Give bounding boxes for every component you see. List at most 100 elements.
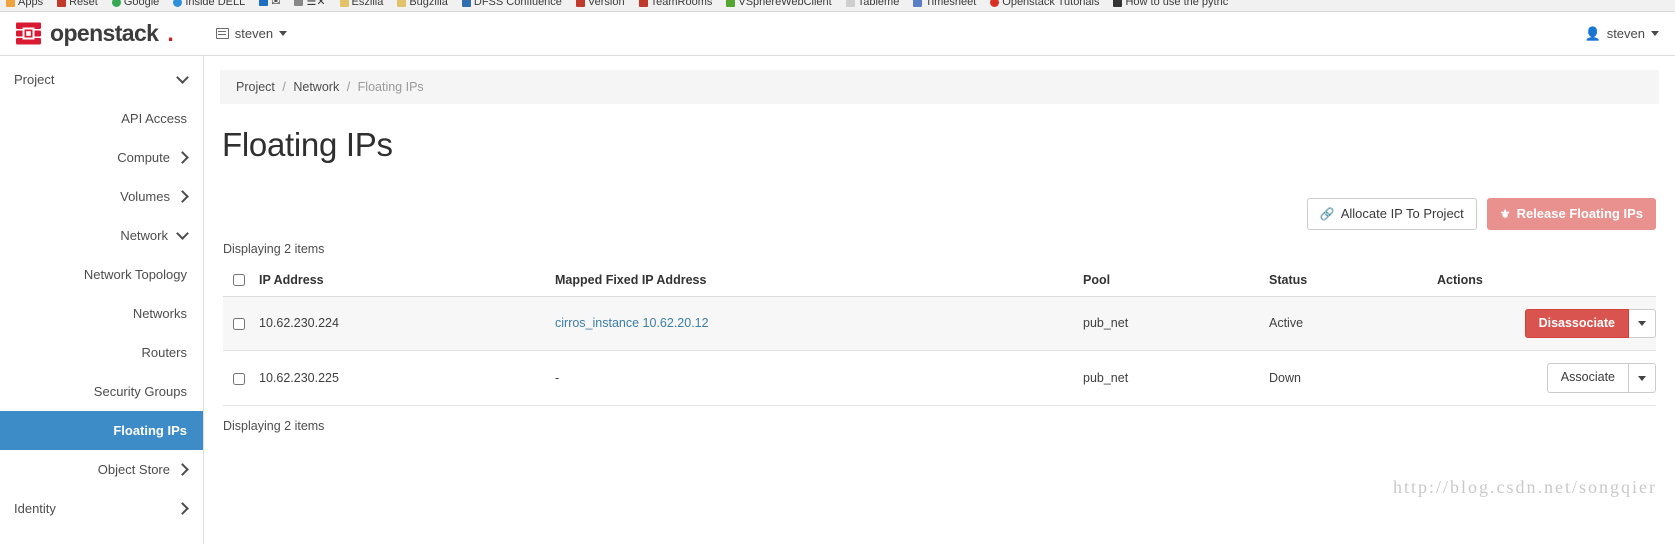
- sidebar-item-security-groups[interactable]: Security Groups: [0, 372, 203, 411]
- chevron-right-icon: [176, 151, 189, 164]
- bookmark-favicon-icon: [1113, 0, 1123, 7]
- bookmark-item[interactable]: Timesheet: [913, 0, 976, 8]
- allocate-ip-label: Allocate IP To Project: [1340, 206, 1464, 221]
- sidebar-item-label: Network Topology: [83, 267, 187, 282]
- floating-ips-table: IP Address Mapped Fixed IP Address Pool …: [223, 265, 1656, 406]
- user-icon: 👤: [1584, 25, 1601, 41]
- bookmark-item[interactable]: TeamRooms: [638, 0, 712, 8]
- cell-actions: Associate: [1437, 350, 1656, 406]
- row-actions-dropdown-toggle[interactable]: [1629, 363, 1656, 393]
- sidebar-item-identity[interactable]: Identity: [0, 489, 203, 528]
- bookmark-favicon-icon: [259, 0, 269, 6]
- disassociate-button[interactable]: Disassociate: [1524, 308, 1629, 339]
- column-header-mapped-fixed-ip[interactable]: Mapped Fixed IP Address: [555, 265, 1083, 297]
- sidebar-item-networks[interactable]: Networks: [0, 294, 203, 333]
- sidebar-item-api-access[interactable]: API Access: [0, 99, 203, 138]
- cell-status: Down: [1269, 350, 1437, 406]
- browser-bookmarks-bar[interactable]: Apps Reset Google Inside DELL ✉ ☰✕ Eszil…: [0, 0, 1675, 12]
- project-switcher[interactable]: steven: [215, 26, 288, 41]
- bookmark-item[interactable]: Openstack Tutorials: [990, 0, 1099, 8]
- brand-dot: .: [167, 20, 174, 46]
- sidebar-item-network[interactable]: Network: [0, 216, 203, 255]
- page-actions-toolbar: 🔗 Allocate IP To Project ⚜ Release Float…: [204, 198, 1656, 230]
- sidebar-item-label: Security Groups: [93, 384, 187, 399]
- bookmark-item[interactable]: VSphereWebClient: [726, 0, 832, 8]
- allocate-ip-to-project-button[interactable]: 🔗 Allocate IP To Project: [1306, 198, 1477, 230]
- bookmark-item[interactable]: Apps: [6, 0, 43, 8]
- cell-pool: pub_net: [1083, 296, 1269, 352]
- column-header-pool[interactable]: Pool: [1083, 265, 1269, 297]
- chevron-down-icon: [1651, 31, 1659, 36]
- bookmark-item[interactable]: Inside DELL: [173, 0, 245, 8]
- sidebar-item-floating-ips[interactable]: Floating IPs: [0, 411, 203, 450]
- associate-button[interactable]: Associate: [1546, 363, 1629, 393]
- table-row[interactable]: 10.62.230.225 - pub_net Down Associate: [223, 350, 1656, 406]
- bookmark-item[interactable]: How to use the pythc: [1113, 0, 1228, 8]
- sidebar-item-label: Compute: [117, 150, 170, 165]
- openstack-logo[interactable]: openstack .: [16, 20, 174, 47]
- row-action-group: Associate: [1546, 363, 1656, 393]
- release-floating-ips-button[interactable]: ⚜ Release Floating IPs: [1486, 198, 1656, 230]
- chevron-right-icon: [176, 463, 189, 476]
- sidebar-item-label: API Access: [121, 111, 187, 126]
- sidebar-item-volumes[interactable]: Volumes: [0, 177, 203, 216]
- openstack-mark-icon: [16, 21, 41, 46]
- sidebar-item-network-topology[interactable]: Network Topology: [0, 255, 203, 294]
- bookmark-item[interactable]: Eszilla: [339, 0, 384, 8]
- sidebar-item-label: Project: [14, 72, 55, 87]
- bookmark-item[interactable]: Google: [111, 0, 159, 8]
- row-action-group: Disassociate: [1524, 308, 1656, 339]
- bookmark-item[interactable]: ✉: [259, 0, 280, 8]
- sidebar-item-routers[interactable]: Routers: [0, 333, 203, 372]
- column-header-ip-address[interactable]: IP Address: [259, 265, 555, 297]
- user-menu[interactable]: 👤 steven: [1584, 25, 1659, 42]
- bookmark-favicon-icon: [339, 0, 349, 7]
- bookmark-item[interactable]: Tableme: [845, 0, 899, 8]
- items-count-top: Displaying 2 items: [223, 241, 325, 256]
- bookmark-favicon-icon: [913, 0, 923, 7]
- bookmark-item[interactable]: Reset: [57, 0, 98, 8]
- row-select-cell: [223, 296, 259, 352]
- bookmark-item[interactable]: Bugzilla: [397, 0, 448, 8]
- bookmark-item[interactable]: ☰✕: [294, 0, 326, 8]
- bookmark-favicon-icon: [397, 0, 407, 7]
- brand-text: openstack: [50, 20, 159, 46]
- sidebar-navigation: Project API Access Compute Volumes Netwo…: [0, 56, 204, 544]
- user-menu-label: steven: [1606, 26, 1645, 41]
- link-chain-icon: 🔗: [1319, 206, 1335, 221]
- sidebar-item-compute[interactable]: Compute: [0, 138, 203, 177]
- breadcrumb-item-network[interactable]: Network: [293, 80, 339, 94]
- breadcrumb-separator: /: [282, 80, 286, 94]
- row-select-cell: [223, 350, 259, 406]
- chevron-down-icon: [1638, 320, 1646, 326]
- sidebar-item-label: Networks: [132, 306, 187, 321]
- bookmark-favicon-icon: [638, 0, 648, 7]
- mapped-instance-link[interactable]: cirros_instance 10.62.20.12: [555, 316, 709, 330]
- bookmark-label: Bugzilla: [409, 0, 448, 8]
- bookmark-label: ☰✕: [306, 0, 326, 8]
- row-checkbox[interactable]: [233, 372, 245, 385]
- bookmark-label: Openstack Tutorials: [1002, 0, 1100, 8]
- row-actions-dropdown-toggle[interactable]: [1629, 308, 1656, 339]
- chevron-down-icon: [279, 31, 288, 36]
- column-header-status[interactable]: Status: [1269, 265, 1437, 297]
- chevron-down-icon: [1638, 375, 1646, 381]
- project-switcher-label: steven: [234, 26, 274, 41]
- table-body: 10.62.230.224 cirros_instance 10.62.20.1…: [223, 296, 1656, 406]
- sidebar-item-project[interactable]: Project: [0, 60, 203, 99]
- bookmark-item[interactable]: Version: [575, 0, 625, 8]
- bookmark-label: ✉: [271, 0, 281, 8]
- cell-mapped-fixed-ip: -: [555, 350, 1083, 406]
- select-all-checkbox[interactable]: [233, 274, 245, 287]
- items-count-bottom: Displaying 2 items: [223, 418, 325, 433]
- table-row[interactable]: 10.62.230.224 cirros_instance 10.62.20.1…: [223, 296, 1656, 352]
- bookmark-label: Eszilla: [351, 0, 384, 8]
- bookmark-label: Inside DELL: [185, 0, 246, 8]
- release-floating-ips-label: Release Floating IPs: [1516, 206, 1643, 221]
- bookmark-label: Timesheet: [925, 0, 977, 8]
- sidebar-item-label: Object Store: [97, 462, 170, 477]
- breadcrumb-item-project[interactable]: Project: [236, 80, 275, 94]
- row-checkbox[interactable]: [233, 318, 245, 331]
- bookmark-item[interactable]: DFSS Confluence: [461, 0, 562, 8]
- sidebar-item-object-store[interactable]: Object Store: [0, 450, 203, 489]
